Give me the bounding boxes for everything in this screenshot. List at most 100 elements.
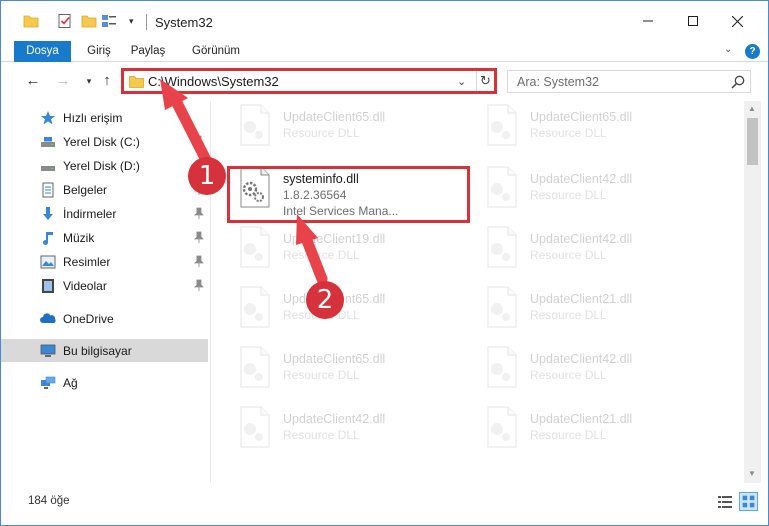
sidebar-item-downloads[interactable]: İndirmeler: [1, 202, 208, 225]
file-tile[interactable]: UpdateClient42.dll Resource DLL: [235, 403, 475, 459]
forward-button[interactable]: →: [53, 71, 73, 91]
dll-file-icon: [240, 226, 270, 268]
search-icon[interactable]: [730, 74, 746, 90]
file-tile[interactable]: UpdateClient65.dll Resource DLL: [235, 101, 475, 157]
close-button[interactable]: [715, 1, 760, 41]
tab-view[interactable]: Görünüm: [184, 41, 248, 62]
dll-file-icon: [240, 406, 270, 448]
file-name: UpdateClient21.dll: [530, 412, 633, 426]
file-name: UpdateClient42.dll: [283, 412, 386, 426]
file-type: Resource DLL: [283, 428, 360, 442]
sidebar-item-this-pc[interactable]: Bu bilgisayar: [1, 339, 208, 362]
pin-icon[interactable]: [194, 135, 204, 147]
scroll-down-icon[interactable]: ▼: [748, 469, 756, 478]
minimize-icon: [642, 20, 653, 22]
vertical-scrollbar[interactable]: ▲ ▼: [744, 101, 761, 483]
file-name: UpdateClient42.dll: [530, 172, 633, 186]
sidebar-item-label: OneDrive: [63, 312, 114, 326]
tiles-view-icon[interactable]: [739, 492, 758, 511]
sidebar-item-videos[interactable]: Videolar: [1, 274, 208, 297]
pin-icon[interactable]: [194, 279, 204, 291]
file-type: Resource DLL: [530, 248, 607, 262]
file-type: Resource DLL: [530, 308, 607, 322]
properties-icon[interactable]: [101, 13, 117, 29]
file-type: Resource DLL: [283, 368, 360, 382]
tab-share[interactable]: Paylaş: [123, 41, 173, 62]
help-icon[interactable]: ?: [745, 44, 760, 59]
address-path[interactable]: C:\Windows\System32: [148, 74, 279, 89]
file-tile[interactable]: UpdateClient21.dll Resource DLL: [482, 283, 722, 339]
dll-file-icon: [240, 286, 270, 328]
sidebar-item-label: Hızlı erişim: [63, 111, 123, 125]
download-icon: [43, 207, 53, 220]
title-separator: [146, 14, 147, 30]
customize-toolbar-icon[interactable]: ▾: [129, 16, 145, 32]
sidebar-item-label: Müzik: [63, 231, 95, 245]
video-icon: [42, 279, 54, 293]
tab-home[interactable]: Giriş: [79, 41, 119, 62]
file-type: Resource DLL: [283, 126, 360, 140]
file-type: Resource DLL: [530, 428, 607, 442]
window-title: System32: [155, 15, 213, 30]
dll-file-icon: [487, 406, 517, 448]
expand-ribbon-icon[interactable]: ⌄: [724, 44, 732, 55]
sidebar-item-label: Ağ: [63, 376, 78, 390]
pin-icon[interactable]: [194, 255, 204, 267]
close-icon: [732, 15, 743, 27]
sidebar-item-pictures[interactable]: Resimler: [1, 250, 208, 273]
item-count: 184 öğe: [28, 495, 70, 507]
star-icon: [41, 111, 55, 125]
minimize-button[interactable]: [625, 1, 670, 41]
new-folder-icon[interactable]: [81, 13, 97, 29]
sidebar-item-onedrive[interactable]: OneDrive: [1, 307, 208, 330]
recent-locations-icon[interactable]: ▾: [79, 71, 99, 91]
dll-file-icon: [487, 286, 517, 328]
tab-file[interactable]: Dosya: [14, 41, 71, 62]
sidebar-item-local-disk-d[interactable]: Yerel Disk (D:): [1, 154, 208, 177]
pin-icon[interactable]: [194, 207, 204, 219]
sidebar-item-quick-access[interactable]: Hızlı erişim: [1, 106, 208, 129]
file-tile[interactable]: UpdateClient21.dll Resource DLL: [482, 403, 722, 459]
file-tile[interactable]: UpdateClient65.dll Resource DLL: [482, 101, 722, 157]
refresh-icon[interactable]: ↻: [476, 71, 494, 91]
file-name: UpdateClient42.dll: [530, 352, 633, 366]
pictures-icon: [40, 255, 56, 269]
file-tile[interactable]: UpdateClient65.dll Resource DLL: [235, 343, 475, 399]
file-tile[interactable]: UpdateClient42.dll Resource DLL: [482, 223, 722, 279]
chevron-down-icon[interactable]: ⌄: [457, 75, 466, 88]
file-tile[interactable]: UpdateClient42.dll Resource DLL: [482, 163, 722, 219]
dll-file-icon: [240, 346, 270, 388]
pin-icon[interactable]: [194, 231, 204, 243]
sidebar-item-music[interactable]: Müzik: [1, 226, 208, 249]
search-placeholder: Ara: System32: [517, 75, 599, 89]
scrollbar-thumb[interactable]: [747, 118, 758, 165]
back-button[interactable]: ←: [23, 71, 43, 91]
file-tile[interactable]: UpdateClient65.dll Resource DLL: [235, 283, 475, 339]
file-name: UpdateClient65.dll: [283, 352, 386, 366]
address-bar[interactable]: C:\Windows\System32 ⌄ ↻: [121, 68, 497, 94]
maximize-button[interactable]: [670, 1, 715, 41]
status-bar: 184 öğe: [1, 483, 768, 525]
sidebar-item-local-disk-c[interactable]: Yerel Disk (C:): [1, 130, 208, 153]
details-view-icon[interactable]: [717, 494, 733, 510]
sidebar-item-label: İndirmeler: [63, 207, 117, 221]
cloud-icon: [40, 313, 56, 323]
dll-file-icon: [487, 226, 517, 268]
folder-icon[interactable]: [23, 13, 39, 29]
file-tile[interactable]: UpdateClient19.dll Resource DLL: [235, 223, 475, 279]
network-icon: [41, 376, 56, 389]
file-tile[interactable]: UpdateClient42.dll Resource DLL: [482, 343, 722, 399]
up-button[interactable]: ↑: [97, 71, 117, 91]
scroll-up-icon[interactable]: ▲: [748, 104, 756, 113]
sidebar-item-network[interactable]: Ağ: [1, 371, 208, 394]
explorer-window: ▾ System32 Dosya Giriş Paylaş Görünüm ⌄ …: [0, 0, 769, 526]
sidebar-item-label: Yerel Disk (C:): [63, 135, 140, 149]
file-name: UpdateClient42.dll: [530, 232, 633, 246]
sidebar-item-documents[interactable]: Belgeler: [1, 178, 208, 201]
search-input[interactable]: Ara: System32: [507, 70, 751, 93]
file-list: UpdateClient65.dll Resource DLL systemin…: [212, 101, 744, 483]
title-bar: ▾ System32: [1, 1, 768, 41]
drive-icon: [41, 166, 55, 171]
drive-icon: [41, 137, 55, 147]
properties-check-icon[interactable]: [57, 13, 73, 29]
